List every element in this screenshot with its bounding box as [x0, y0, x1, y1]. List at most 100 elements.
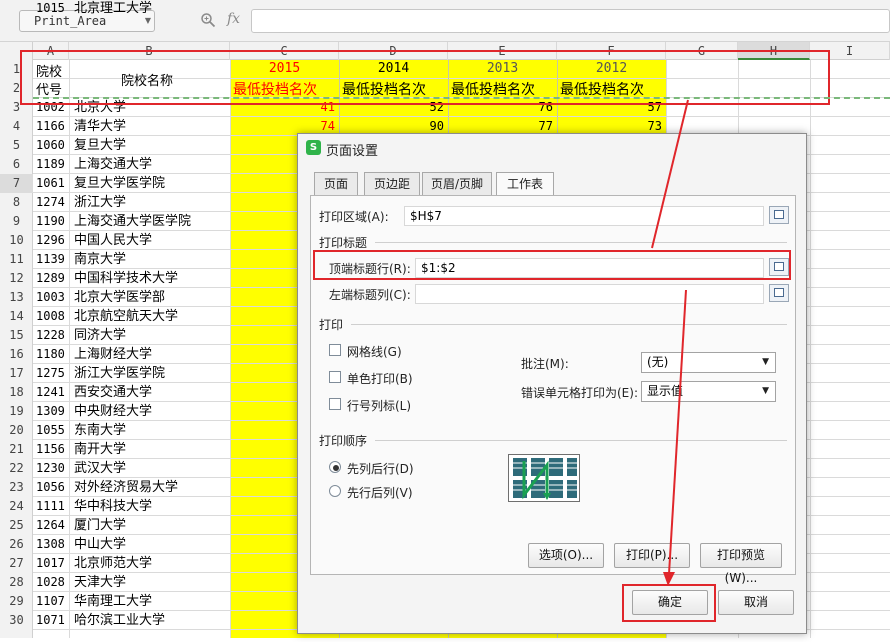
school-code-cell[interactable]: 1289 — [36, 270, 69, 287]
row-header-24[interactable]: 24 — [0, 497, 33, 516]
tab-page[interactable]: 页面 — [314, 172, 358, 196]
row-header-23[interactable]: 23 — [0, 478, 33, 497]
row-header-29[interactable]: 29 — [0, 592, 33, 611]
row-header-4[interactable]: 4 — [0, 117, 33, 136]
row-header-7[interactable]: 7 — [0, 174, 33, 193]
row-header-26[interactable]: 26 — [0, 535, 33, 554]
row-header-8[interactable]: 8 — [0, 193, 33, 212]
school-code-cell[interactable]: 1017 — [36, 555, 69, 572]
school-code-cell[interactable]: 1056 — [36, 479, 69, 496]
row-header-11[interactable]: 11 — [0, 250, 33, 269]
gridlines-checkbox[interactable] — [329, 344, 341, 356]
school-code-cell[interactable]: 1180 — [36, 346, 69, 363]
school-code-cell[interactable]: 1296 — [36, 232, 69, 249]
tab-margins[interactable]: 页边距 — [364, 172, 420, 196]
school-code-cell[interactable]: 1166 — [36, 118, 69, 135]
school-code-cell[interactable]: 1156 — [36, 441, 69, 458]
row-header-30[interactable]: 30 — [0, 611, 33, 630]
school-name-cell[interactable]: 上海财经大学 — [74, 346, 229, 363]
row-header-21[interactable]: 21 — [0, 440, 33, 459]
school-code-cell[interactable]: 1190 — [36, 213, 69, 230]
school-code-cell[interactable]: 1003 — [36, 289, 69, 306]
row-header-9[interactable]: 9 — [0, 212, 33, 231]
print-button[interactable]: 打印(P)... — [614, 543, 690, 568]
row-header-13[interactable]: 13 — [0, 288, 33, 307]
school-code-cell[interactable]: 1264 — [36, 517, 69, 534]
cancel-button[interactable]: 取消 — [718, 590, 794, 615]
row-header-17[interactable]: 17 — [0, 364, 33, 383]
school-name-cell[interactable]: 中国人民大学 — [74, 232, 229, 249]
row-header-15[interactable]: 15 — [0, 326, 33, 345]
school-name-cell[interactable]: 中央财经大学 — [74, 403, 229, 420]
row-header-20[interactable]: 20 — [0, 421, 33, 440]
school-code-cell[interactable]: 1060 — [36, 137, 69, 154]
left-cols-input[interactable] — [415, 284, 764, 304]
school-name-cell[interactable]: 浙江大学医学院 — [74, 365, 229, 382]
row-header-12[interactable]: 12 — [0, 269, 33, 288]
row-header-28[interactable]: 28 — [0, 573, 33, 592]
tab-sheet[interactable]: 工作表 — [496, 172, 554, 196]
school-name-cell[interactable]: 北京大学医学部 — [74, 289, 229, 306]
school-name-cell[interactable]: 中国科学技术大学 — [74, 270, 229, 287]
school-code-cell[interactable]: 1274 — [36, 194, 69, 211]
row-header-25[interactable]: 25 — [0, 516, 33, 535]
school-name-cell[interactable]: 北京理工大学 — [74, 0, 229, 17]
comments-select[interactable]: (无) ▼ — [641, 352, 776, 373]
school-code-cell[interactable]: 1228 — [36, 327, 69, 344]
school-name-cell[interactable]: 北京航空航天大学 — [74, 308, 229, 325]
school-code-cell[interactable]: 1241 — [36, 384, 69, 401]
formula-input[interactable] — [251, 9, 890, 33]
print-area-input[interactable]: $H$7 — [404, 206, 764, 226]
order-over-radio[interactable] — [329, 485, 341, 497]
school-name-cell[interactable]: 南京大学 — [74, 251, 229, 268]
tab-header-footer[interactable]: 页眉/页脚 — [422, 172, 492, 196]
school-code-cell[interactable]: 1008 — [36, 308, 69, 325]
school-code-cell[interactable]: 1015 — [36, 0, 69, 17]
school-name-cell[interactable]: 天津大学 — [74, 574, 229, 591]
school-code-cell[interactable]: 1275 — [36, 365, 69, 382]
errors-select[interactable]: 显示值 ▼ — [641, 381, 776, 402]
school-name-cell[interactable]: 东南大学 — [74, 422, 229, 439]
school-code-cell[interactable]: 1230 — [36, 460, 69, 477]
school-name-cell[interactable]: 复旦大学医学院 — [74, 175, 229, 192]
row-header-14[interactable]: 14 — [0, 307, 33, 326]
row-header-5[interactable]: 5 — [0, 136, 33, 155]
fx-icon[interactable]: fx — [227, 11, 247, 29]
mono-checkbox[interactable] — [329, 371, 341, 383]
school-code-cell[interactable]: 1107 — [36, 593, 69, 610]
school-name-cell[interactable]: 对外经济贸易大学 — [74, 479, 229, 496]
school-code-cell[interactable]: 1071 — [36, 612, 69, 629]
school-name-cell[interactable]: 北京师范大学 — [74, 555, 229, 572]
school-name-cell[interactable]: 同济大学 — [74, 327, 229, 344]
school-code-cell[interactable]: 1308 — [36, 536, 69, 553]
school-name-cell[interactable]: 中山大学 — [74, 536, 229, 553]
order-down-radio[interactable] — [329, 461, 341, 473]
school-name-cell[interactable]: 南开大学 — [74, 441, 229, 458]
print-area-picker-icon[interactable] — [769, 206, 789, 224]
row-header-22[interactable]: 22 — [0, 459, 33, 478]
row-header-6[interactable]: 6 — [0, 155, 33, 174]
row-header-10[interactable]: 10 — [0, 231, 33, 250]
school-code-cell[interactable]: 1061 — [36, 175, 69, 192]
row-header-16[interactable]: 16 — [0, 345, 33, 364]
school-name-cell[interactable]: 武汉大学 — [74, 460, 229, 477]
school-name-cell[interactable]: 西安交通大学 — [74, 384, 229, 401]
dialog-titlebar[interactable]: S 页面设置 — [298, 134, 806, 162]
school-name-cell[interactable]: 华南理工大学 — [74, 593, 229, 610]
school-code-cell[interactable]: 1139 — [36, 251, 69, 268]
school-code-cell[interactable]: 1028 — [36, 574, 69, 591]
school-name-cell[interactable]: 华中科技大学 — [74, 498, 229, 515]
row-header-27[interactable]: 27 — [0, 554, 33, 573]
row-header-19[interactable]: 19 — [0, 402, 33, 421]
row-header-18[interactable]: 18 — [0, 383, 33, 402]
print-preview-button[interactable]: 打印预览(W)... — [700, 543, 782, 585]
school-name-cell[interactable]: 清华大学 — [74, 118, 229, 135]
school-name-cell[interactable]: 哈尔滨工业大学 — [74, 612, 229, 629]
school-name-cell[interactable]: 复旦大学 — [74, 137, 229, 154]
left-cols-picker-icon[interactable] — [769, 284, 789, 302]
school-name-cell[interactable]: 上海交通大学 — [74, 156, 229, 173]
school-name-cell[interactable]: 浙江大学 — [74, 194, 229, 211]
school-code-cell[interactable]: 1309 — [36, 403, 69, 420]
options-button[interactable]: 选项(O)... — [528, 543, 604, 568]
school-name-cell[interactable]: 上海交通大学医学院 — [74, 213, 229, 230]
